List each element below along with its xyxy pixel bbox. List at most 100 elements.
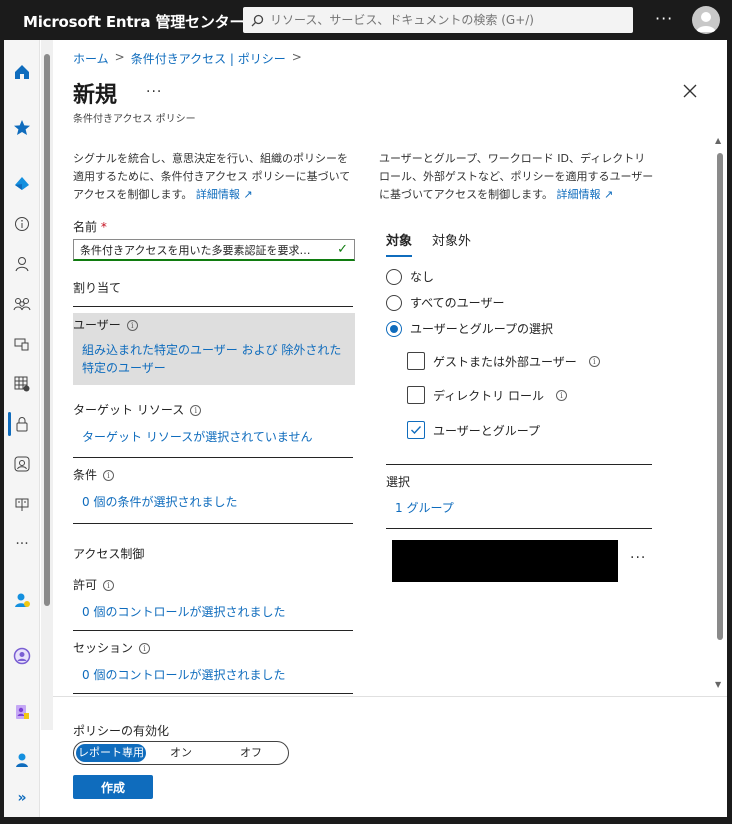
more-services-icon[interactable]: ···: [12, 534, 32, 554]
rail-active-indicator: [8, 412, 11, 436]
identity-protection-icon[interactable]: [12, 454, 32, 474]
tab-include[interactable]: 対象: [386, 230, 413, 257]
radio-select-users-groups[interactable]: ユーザーとグループの選択: [386, 320, 553, 337]
lock-icon[interactable]: [12, 414, 32, 434]
info-icon[interactable]: i: [126, 320, 138, 331]
users-label: ユーザー i: [73, 316, 355, 333]
brand-title[interactable]: Microsoft Entra 管理センター: [23, 11, 244, 32]
policy-name-field[interactable]: 条件付きアクセスを用いた多要素認証を要求… ✓: [73, 239, 355, 261]
info-icon[interactable]: i: [103, 580, 115, 591]
page-subtitle: 条件付きアクセス ポリシー: [73, 114, 196, 125]
radio-none[interactable]: なし: [386, 268, 434, 285]
enable-policy-toggle[interactable]: レポート専用 オン オフ: [73, 741, 289, 765]
checkbox-guests[interactable]: ゲストまたは外部ユーザー i: [407, 352, 600, 370]
radio-none-label: なし: [410, 270, 435, 284]
search-icon: [251, 14, 264, 26]
global-search[interactable]: [243, 7, 633, 33]
option-on[interactable]: オン: [146, 744, 216, 762]
home-icon[interactable]: [12, 62, 32, 82]
policy-name-value[interactable]: 条件付きアクセスを用いた多要素認証を要求…: [80, 242, 337, 258]
info-icon[interactable]: i: [555, 389, 567, 401]
radio-all-users[interactable]: すべてのユーザー: [386, 294, 504, 311]
option-report-only[interactable]: レポート専用: [76, 744, 146, 762]
required-marker: *: [100, 220, 107, 234]
learn-more-link[interactable]: 詳細情報: [557, 188, 601, 201]
title-more-icon[interactable]: ···: [146, 84, 162, 100]
selected-groups-link[interactable]: 1 グループ: [395, 499, 454, 517]
content-scroll-thumb[interactable]: [717, 153, 723, 640]
left-rail: ··· »: [4, 40, 53, 817]
target-resources-link[interactable]: ターゲット リソースが選択されていません: [73, 428, 355, 446]
grant-link[interactable]: 0 個のコントロールが選択されました: [73, 603, 355, 621]
info-icon[interactable]: i: [103, 470, 115, 481]
permissions-icon[interactable]: [12, 702, 32, 722]
rail-scroll-thumb[interactable]: [44, 54, 50, 606]
checkmark-icon: [411, 426, 422, 435]
conditions-label: 条件 i: [73, 466, 355, 483]
checkbox[interactable]: [407, 386, 425, 404]
policy-config-column: シグナルを統合し、意思決定を行い、組織のポリシーを適用するために、条件付きアクセ…: [73, 150, 355, 694]
radio-button-selected[interactable]: [386, 320, 402, 337]
breadcrumb-ca-policies[interactable]: 条件付きアクセス | ポリシー: [131, 50, 286, 67]
checkbox-roles-label: ディレクトリ ロール: [433, 388, 544, 403]
grant-label-text: 許可: [73, 578, 98, 592]
learn-more-link[interactable]: 詳細情報: [196, 188, 240, 201]
radio-button[interactable]: [386, 268, 402, 285]
breadcrumb-separator: >: [114, 50, 125, 64]
checkbox-checked[interactable]: [407, 421, 425, 439]
close-icon[interactable]: [681, 82, 699, 100]
search-input[interactable]: [270, 13, 610, 27]
divider: [73, 693, 353, 694]
radio-button[interactable]: [386, 294, 402, 311]
tab-exclude[interactable]: 対象外: [432, 230, 471, 257]
checkbox-users-groups[interactable]: ユーザーとグループ: [407, 421, 540, 439]
apps-grid-icon[interactable]: [12, 374, 32, 394]
assignments-heading: 割り当て: [73, 281, 122, 295]
option-off[interactable]: オフ: [216, 744, 286, 762]
select-label: 選択: [386, 475, 411, 489]
users-label-text: ユーザー: [73, 318, 121, 332]
item-more-icon[interactable]: ···: [630, 550, 646, 566]
checkbox-users-groups-label: ユーザーとグループ: [433, 423, 541, 438]
governance-icon[interactable]: [12, 494, 32, 514]
checkbox[interactable]: [407, 352, 425, 370]
devices-icon[interactable]: [12, 334, 32, 354]
create-button[interactable]: 作成: [73, 775, 153, 799]
learn-icon[interactable]: [12, 750, 32, 770]
more-icon[interactable]: ···: [655, 9, 673, 28]
info-icon[interactable]: i: [190, 405, 202, 416]
user-icon[interactable]: [12, 254, 32, 274]
access-controls-heading: アクセス制御: [73, 547, 145, 561]
external-link-icon: ↗: [604, 188, 614, 201]
name-label: 名前 *: [73, 218, 355, 235]
radio-select-label: ユーザーとグループの選択: [410, 322, 554, 336]
top-bar: Microsoft Entra 管理センター ···: [0, 0, 732, 40]
conditions-link[interactable]: 0 個の条件が選択されました: [73, 493, 355, 511]
info-circle-icon[interactable]: [12, 214, 32, 234]
users-section[interactable]: ユーザー i 組み込まれた特定のユーザー および 除外された特定のユーザー: [73, 313, 355, 385]
breadcrumb-home[interactable]: ホーム: [73, 50, 109, 67]
entra-diamond-icon[interactable]: [12, 174, 32, 194]
users-summary-link[interactable]: 組み込まれた特定のユーザー および 除外された特定のユーザー: [73, 341, 355, 377]
checkbox-guests-label: ゲストまたは外部ユーザー: [433, 354, 577, 369]
checkbox-directory-roles[interactable]: ディレクトリ ロール i: [407, 386, 567, 404]
expand-chevron-icon[interactable]: »: [12, 788, 32, 808]
footer-divider: [53, 696, 727, 697]
session-label: セッション i: [73, 639, 355, 656]
target-resources-label-text: ターゲット リソース: [73, 403, 185, 417]
scroll-down-icon[interactable]: ▼: [715, 680, 721, 689]
favorites-star-icon[interactable]: [12, 118, 32, 138]
user-settings-icon[interactable]: [12, 590, 32, 610]
scroll-up-icon[interactable]: ▲: [715, 136, 721, 145]
info-icon[interactable]: i: [588, 355, 600, 367]
users-description: ユーザーとグループ、ワークロード ID、ディレクトリ ロール、外部ゲストなど、ポ…: [379, 150, 659, 204]
session-link[interactable]: 0 個のコントロールが選択されました: [73, 666, 355, 684]
valid-check-icon: ✓: [337, 242, 348, 257]
portal-frame: ··· » ホーム > 条件付きアクセス | ポリシー > 新規 ··· 条件付…: [4, 40, 727, 817]
info-icon[interactable]: i: [139, 643, 151, 654]
divider: [73, 630, 353, 631]
divider: [386, 528, 652, 529]
avatar[interactable]: [692, 6, 720, 34]
verified-id-icon[interactable]: [12, 646, 32, 666]
groups-icon[interactable]: [12, 294, 32, 314]
